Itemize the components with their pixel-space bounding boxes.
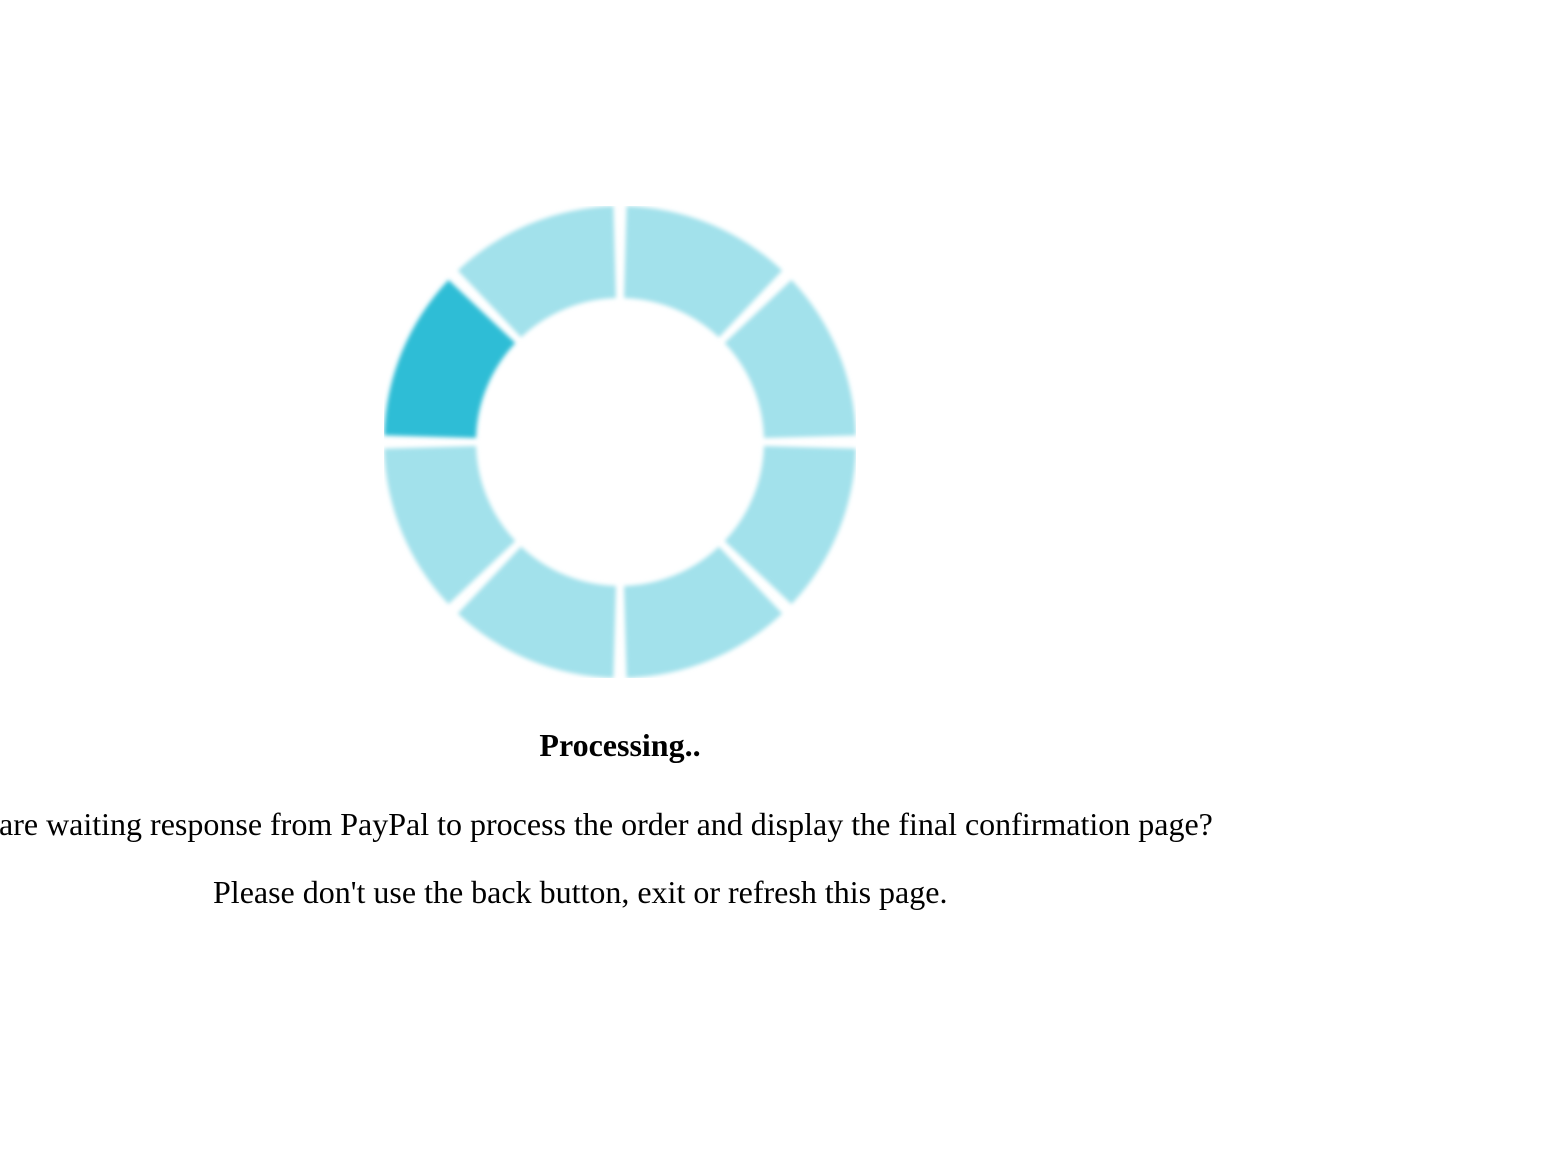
loading-spinner-icon [384,206,856,678]
do-not-leave-warning: Please don't use the back button, exit o… [213,874,948,910]
payment-processing-page: Processing.. are waiting response from P… [0,0,1562,1166]
spinner-graphic [384,206,856,678]
processing-title: Processing.. [539,727,701,763]
paypal-waiting-message: are waiting response from PayPal to proc… [0,806,1213,842]
